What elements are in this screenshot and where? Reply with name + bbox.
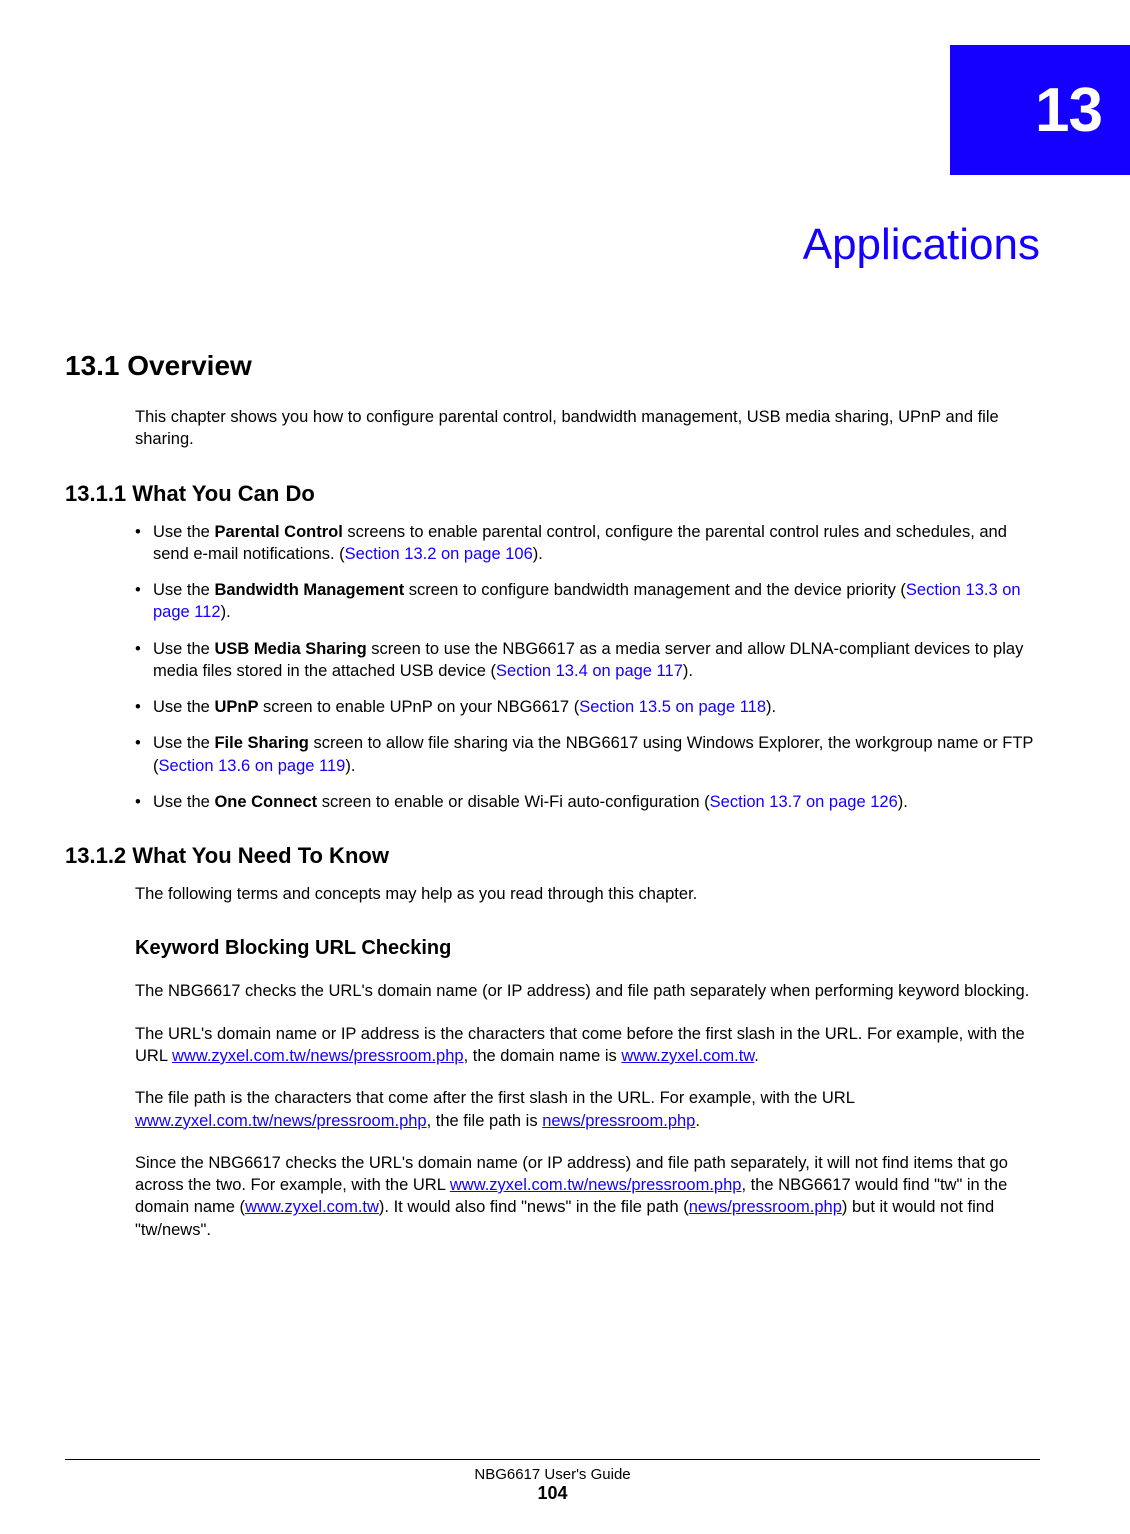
text: Use the: [153, 698, 214, 716]
text: , the domain name is: [464, 1047, 622, 1065]
footer-guide-title: NBG6617 User's Guide: [65, 1466, 1040, 1483]
text: .: [695, 1112, 700, 1130]
feature-name: File Sharing: [214, 734, 308, 752]
cross-reference[interactable]: Section 13.5 on page 118: [579, 698, 766, 716]
feature-name: UPnP: [214, 698, 258, 716]
text: Use the: [153, 523, 214, 541]
text: .: [754, 1047, 759, 1065]
text: ).: [533, 545, 543, 563]
paragraph: The URL's domain name or IP address is t…: [135, 1023, 1040, 1068]
list-item: Use the UPnP screen to enable UPnP on yo…: [135, 696, 1040, 718]
text: screen to configure bandwidth management…: [404, 581, 906, 599]
chapter-title: Applications: [65, 220, 1040, 270]
cross-reference[interactable]: Section 13.2 on page 106: [345, 545, 533, 563]
text: Use the: [153, 793, 214, 811]
cross-reference[interactable]: Section 13.7 on page 126: [710, 793, 898, 811]
text: Use the: [153, 581, 214, 599]
overview-body: This chapter shows you how to configure …: [135, 406, 1040, 451]
cross-reference[interactable]: Section 13.6 on page 119: [159, 757, 346, 775]
chapter-number-box: 13: [950, 45, 1130, 175]
subsection-what-you-can-do: 13.1.1 What You Can Do: [65, 481, 1040, 507]
url-link[interactable]: www.zyxel.com.tw: [245, 1198, 379, 1216]
text: Use the: [153, 734, 214, 752]
text: ).: [683, 662, 693, 680]
chapter-number: 13: [1035, 75, 1102, 146]
list-item: Use the Bandwidth Management screen to c…: [135, 579, 1040, 624]
text: ).: [898, 793, 908, 811]
keyword-blocking-heading: Keyword Blocking URL Checking: [135, 935, 1040, 962]
url-link[interactable]: www.zyxel.com.tw/news/pressroom.php: [172, 1047, 464, 1065]
list-item: Use the Parental Control screens to enab…: [135, 521, 1040, 566]
footer-page-number: 104: [65, 1483, 1040, 1504]
paragraph: The file path is the characters that com…: [135, 1087, 1040, 1132]
feature-name: USB Media Sharing: [214, 640, 366, 658]
feature-name: Bandwidth Management: [214, 581, 404, 599]
paragraph: Since the NBG6617 checks the URL's domai…: [135, 1152, 1040, 1241]
url-link[interactable]: news/pressroom.php: [689, 1198, 842, 1216]
text: ).: [345, 757, 355, 775]
what-you-can-do-body: Use the Parental Control screens to enab…: [135, 521, 1040, 814]
list-item: Use the File Sharing screen to allow fil…: [135, 732, 1040, 777]
page: 13 Applications 13.1 Overview This chapt…: [0, 0, 1130, 1534]
text: ).: [221, 603, 231, 621]
url-link[interactable]: www.zyxel.com.tw/news/pressroom.php: [450, 1176, 742, 1194]
footer-rule: [65, 1459, 1040, 1460]
text: , the file path is: [427, 1112, 543, 1130]
section-heading-overview: 13.1 Overview: [65, 350, 1040, 382]
text: ).: [766, 698, 776, 716]
text: The file path is the characters that com…: [135, 1089, 854, 1107]
text: ). It would also find "news" in the file…: [379, 1198, 689, 1216]
feature-list: Use the Parental Control screens to enab…: [135, 521, 1040, 814]
url-link[interactable]: www.zyxel.com.tw/news/pressroom.php: [135, 1112, 427, 1130]
text: screen to enable or disable Wi-Fi auto-c…: [317, 793, 710, 811]
text: Use the: [153, 640, 214, 658]
paragraph: The NBG6617 checks the URL's domain name…: [135, 980, 1040, 1002]
url-link[interactable]: news/pressroom.php: [542, 1112, 695, 1130]
overview-intro: This chapter shows you how to configure …: [135, 406, 1040, 451]
need-to-know-intro: The following terms and concepts may hel…: [135, 883, 1040, 905]
feature-name: One Connect: [214, 793, 317, 811]
page-footer: NBG6617 User's Guide 104: [65, 1459, 1040, 1504]
feature-name: Parental Control: [214, 523, 342, 541]
need-to-know-body: The following terms and concepts may hel…: [135, 883, 1040, 1241]
list-item: Use the USB Media Sharing screen to use …: [135, 638, 1040, 683]
text: screen to enable UPnP on your NBG6617 (: [258, 698, 579, 716]
url-link[interactable]: www.zyxel.com.tw: [621, 1047, 754, 1065]
list-item: Use the One Connect screen to enable or …: [135, 791, 1040, 813]
subsection-need-to-know: 13.1.2 What You Need To Know: [65, 843, 1040, 869]
cross-reference[interactable]: Section 13.4 on page 117: [496, 662, 683, 680]
